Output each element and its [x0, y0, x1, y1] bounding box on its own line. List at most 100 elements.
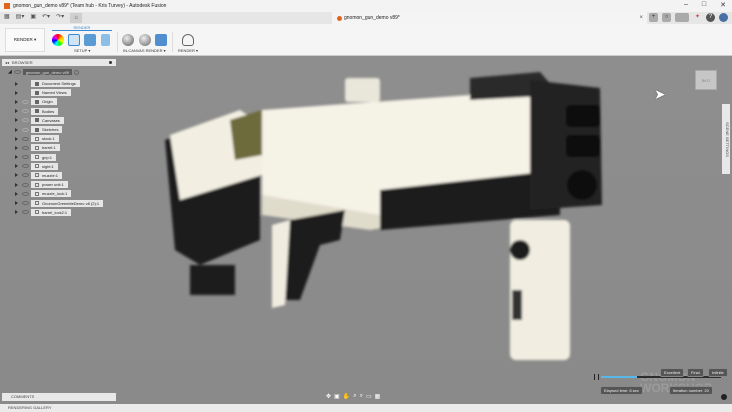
- browser-node[interactable]: muzzle_lock:1: [15, 189, 103, 198]
- document-tab[interactable]: gnomon_gun_demo v89* ×: [332, 12, 647, 24]
- eye-icon[interactable]: [22, 99, 29, 104]
- new-tab-icon[interactable]: +: [649, 13, 658, 22]
- fit-icon[interactable]: ⌕: [360, 393, 363, 400]
- collapse-icon[interactable]: ◂◂: [5, 60, 9, 65]
- stop-render-icon[interactable]: [721, 394, 727, 400]
- activate-radio-icon[interactable]: [74, 69, 80, 75]
- pin-icon[interactable]: [109, 61, 112, 64]
- zoom-icon[interactable]: ⌕: [353, 393, 356, 400]
- expand-icon[interactable]: [15, 164, 18, 169]
- browser-node-label[interactable]: barrel_lock2:1: [31, 208, 72, 216]
- file-menu-icon[interactable]: ▤▾: [16, 13, 25, 23]
- rendering-gallery-bar[interactable]: RENDERING GALLERY: [0, 404, 732, 412]
- orbit-icon[interactable]: ✥: [326, 393, 331, 400]
- tab-render[interactable]: RENDER: [52, 25, 112, 31]
- browser-node[interactable]: Named Views: [15, 88, 103, 97]
- eye-icon[interactable]: [22, 191, 29, 196]
- eye-icon[interactable]: [22, 145, 29, 150]
- root-component-label[interactable]: gnomon_gun_demo v89: [22, 69, 73, 75]
- eye-icon[interactable]: [22, 155, 29, 160]
- close-tab-icon[interactable]: ×: [639, 15, 643, 21]
- eye-icon[interactable]: [22, 127, 29, 132]
- expand-icon[interactable]: [15, 136, 18, 141]
- minimize-button[interactable]: –: [684, 1, 688, 9]
- browser-root-node[interactable]: ◢ gnomon_gun_demo v89: [8, 69, 80, 75]
- in-canvas-settings-icon[interactable]: [139, 34, 151, 46]
- expand-icon[interactable]: [15, 182, 18, 187]
- browser-node-label[interactable]: muzzle_lock:1: [31, 190, 72, 198]
- avatar[interactable]: [719, 13, 728, 22]
- browser-node[interactable]: Document Settings: [15, 79, 103, 88]
- eye-icon[interactable]: [22, 164, 29, 169]
- sync-icon[interactable]: ○: [662, 13, 671, 22]
- decal-icon[interactable]: [101, 34, 110, 46]
- scene-settings-tab[interactable]: SCENE SETTINGS: [722, 104, 730, 174]
- maximize-button[interactable]: □: [702, 1, 706, 9]
- browser-node-label[interactable]: Document Settings: [31, 80, 80, 88]
- texture-map-icon[interactable]: [84, 34, 96, 46]
- expand-icon[interactable]: [15, 201, 18, 206]
- browser-node-label[interactable]: stock:1: [31, 135, 59, 143]
- eye-icon[interactable]: [22, 173, 29, 178]
- browser-node[interactable]: Bodies: [15, 107, 103, 116]
- canvas-viewport[interactable]: [0, 56, 732, 404]
- notifications-icon[interactable]: ✦: [693, 13, 702, 22]
- browser-node[interactable]: sight:1: [15, 162, 103, 171]
- eye-icon[interactable]: [13, 70, 21, 74]
- expand-icon[interactable]: [15, 210, 18, 215]
- browser-node[interactable]: muzzle:1: [15, 171, 103, 180]
- grid-settings-icon[interactable]: ▦: [375, 393, 381, 400]
- browser-node-label[interactable]: Origin: [31, 98, 57, 106]
- browser-node-label[interactable]: sight:1: [31, 162, 58, 170]
- expand-icon[interactable]: [15, 118, 18, 123]
- eye-icon[interactable]: [22, 182, 29, 187]
- browser-node-label[interactable]: Sketches: [31, 126, 63, 134]
- browser-node[interactable]: grip:1: [15, 153, 103, 162]
- browser-node-label[interactable]: Canvases: [31, 116, 64, 124]
- eye-icon[interactable]: [22, 118, 29, 123]
- browser-node-label[interactable]: barrel:1: [31, 144, 60, 152]
- pause-icon[interactable]: [594, 374, 599, 380]
- expand-icon[interactable]: [15, 81, 18, 86]
- eye-icon[interactable]: [22, 136, 29, 141]
- help-icon[interactable]: ?: [706, 13, 715, 22]
- browser-node[interactable]: power unit:1: [15, 180, 103, 189]
- browser-node[interactable]: barrel:1: [15, 143, 103, 152]
- eye-icon[interactable]: [22, 109, 29, 114]
- render-group-label[interactable]: RENDER ▾: [178, 48, 198, 53]
- expand-icon[interactable]: [15, 155, 18, 160]
- browser-node-label[interactable]: Named Views: [31, 89, 71, 97]
- pan-icon[interactable]: ✋: [343, 393, 350, 400]
- browser-panel-header[interactable]: ◂◂ BROWSER: [2, 59, 116, 66]
- in-canvas-render-group-label[interactable]: IN-CANVAS RENDER ▾: [123, 48, 166, 53]
- browser-node[interactable]: barrel_lock2:1: [15, 208, 103, 217]
- browser-node-label[interactable]: grip:1: [31, 153, 57, 161]
- browser-node[interactable]: stock:1: [15, 134, 103, 143]
- display-settings-icon[interactable]: ▭: [366, 393, 372, 400]
- scene-settings-icon[interactable]: [68, 34, 80, 46]
- browser-node[interactable]: GnomonGreeebleDemo v8 (2):1: [15, 198, 104, 207]
- save-icon[interactable]: ▣: [30, 13, 36, 23]
- in-canvas-render-icon[interactable]: [122, 34, 134, 46]
- expand-root-icon[interactable]: ◢: [8, 69, 12, 75]
- expand-icon[interactable]: [15, 127, 18, 132]
- redo-icon[interactable]: ↷▾: [56, 13, 64, 23]
- look-at-icon[interactable]: ▣: [334, 393, 340, 400]
- browser-node-label[interactable]: muzzle:1: [31, 171, 63, 179]
- home-icon[interactable]: ⌂: [70, 13, 83, 23]
- capture-image-icon[interactable]: [155, 34, 167, 46]
- expand-icon[interactable]: [15, 99, 18, 104]
- data-panel-icon[interactable]: ▦: [4, 13, 10, 23]
- browser-node[interactable]: Sketches: [15, 125, 103, 134]
- close-button[interactable]: ✕: [720, 1, 726, 9]
- viewcube[interactable]: BKO: [695, 70, 717, 90]
- expand-icon[interactable]: [15, 90, 18, 95]
- workspace-switcher[interactable]: RENDER ▾: [5, 28, 45, 52]
- expand-icon[interactable]: [15, 173, 18, 178]
- browser-node-label[interactable]: Bodies: [31, 107, 59, 115]
- undo-icon[interactable]: ↶▾: [42, 13, 50, 23]
- browser-node[interactable]: Canvases: [15, 116, 103, 125]
- appearance-icon[interactable]: [52, 34, 64, 46]
- expand-icon[interactable]: [15, 191, 18, 196]
- render-teapot-icon[interactable]: [182, 34, 194, 46]
